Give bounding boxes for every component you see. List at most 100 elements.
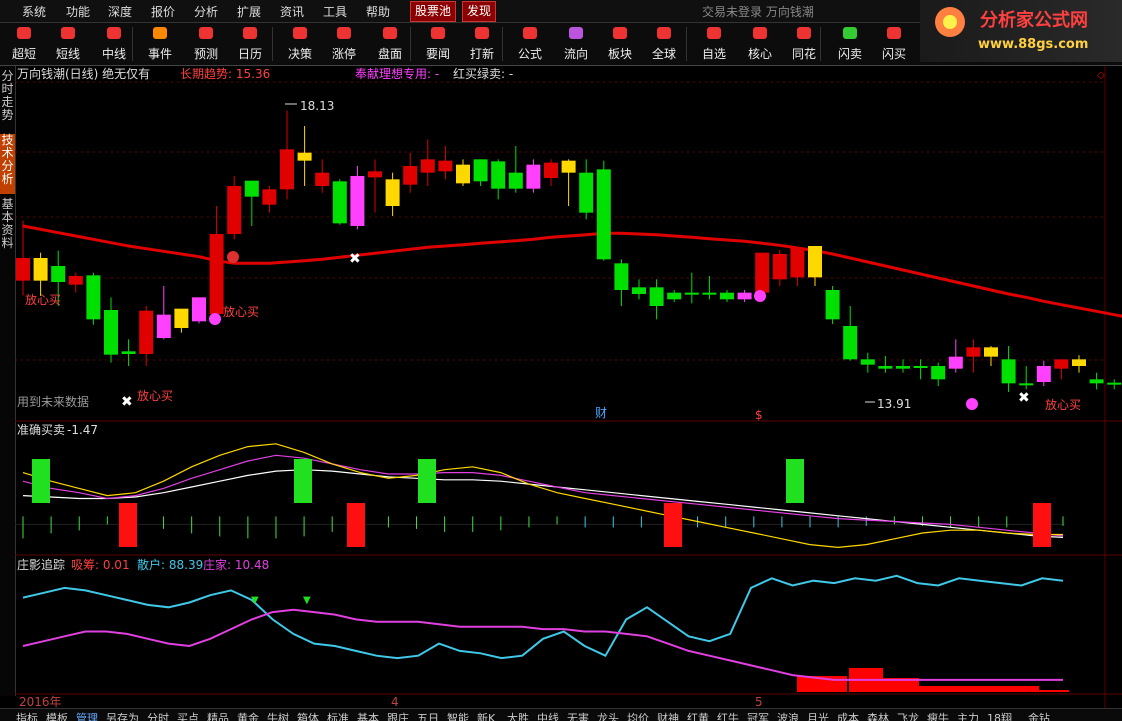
- buy-label-2: 放心买: [137, 388, 173, 403]
- candle-body-32: [561, 160, 576, 173]
- menu-7[interactable]: 资讯: [280, 3, 304, 20]
- arrow-down-icon-2: ▼: [303, 595, 311, 606]
- bottom-tab-26[interactable]: 波浪: [777, 710, 799, 721]
- toolbar-button-19[interactable]: 闪卖: [828, 24, 872, 64]
- toolbar-button-15[interactable]: 全球: [642, 24, 686, 64]
- bottom-tab-13[interactable]: 跟庄: [387, 710, 409, 721]
- bottom-tab-19[interactable]: 无害: [567, 710, 589, 721]
- toolbar-button-3[interactable]: 中线: [92, 24, 136, 64]
- side-tab-3[interactable]: 基本资料: [0, 198, 15, 258]
- marker-dollar: $: [755, 408, 763, 422]
- toolbar-button-12[interactable]: 公式: [508, 24, 552, 64]
- bottom-tab-8[interactable]: 黄金: [237, 710, 259, 721]
- bottom-tab-22[interactable]: 财神: [657, 710, 679, 721]
- toolbar-button-4[interactable]: 事件: [138, 24, 182, 64]
- toolbar-label-6: 日历: [237, 47, 262, 61]
- candle-body-51: [896, 366, 910, 369]
- bottom-tab-27[interactable]: 月光: [807, 710, 829, 721]
- kdj-title: 准确买卖: [17, 423, 65, 437]
- candle-body-39: [684, 292, 699, 295]
- menu-4[interactable]: 报价: [151, 3, 175, 20]
- bottom-tab-14[interactable]: 五日: [417, 710, 439, 721]
- banker-line: [22, 608, 1063, 681]
- toolbar-button-16[interactable]: 自选: [692, 24, 736, 64]
- bottom-tab-7[interactable]: 精品: [207, 710, 229, 721]
- toolbar-icon-1: [17, 27, 31, 39]
- menu-5[interactable]: 分析: [194, 3, 218, 20]
- buy-signal-block-3: [664, 503, 682, 547]
- bottom-tab-2[interactable]: 模板: [46, 710, 68, 721]
- bottom-tab-11[interactable]: 标准: [327, 710, 349, 721]
- menu-highlight-2[interactable]: 发现: [462, 1, 497, 22]
- toolbar-button-20[interactable]: 闪买: [872, 24, 916, 64]
- high-price-label: 18.13: [300, 99, 334, 113]
- bottom-tab-34[interactable]: 金钻: [1028, 710, 1050, 721]
- bottom-tab-20[interactable]: 龙头: [597, 710, 619, 721]
- toolbar-button-2[interactable]: 短线: [46, 24, 90, 64]
- bottom-tab-32[interactable]: 主力: [957, 710, 979, 721]
- toolbar-icon-14: [613, 27, 627, 39]
- bottom-tab-17[interactable]: 大胜: [507, 710, 529, 721]
- menu-6[interactable]: 扩展: [237, 3, 261, 20]
- bottom-tab-12[interactable]: 基本: [357, 710, 379, 721]
- bottom-tab-24[interactable]: 红牛: [717, 710, 739, 721]
- kdj-indicator: -1.47: [67, 423, 98, 437]
- sell-signal-block-2: [294, 459, 312, 503]
- toolbar-button-17[interactable]: 核心: [738, 24, 782, 64]
- toolbar-label-9: 盘面: [377, 47, 402, 61]
- bottom-tab-4[interactable]: 另存为: [106, 710, 139, 721]
- candle-body-43: [755, 252, 770, 293]
- bottom-tab-6[interactable]: 买点: [177, 710, 199, 721]
- toolbar-button-13[interactable]: 流向: [554, 24, 598, 64]
- buy-label-1: 放心买: [25, 292, 61, 307]
- candle-body-42: [737, 292, 752, 300]
- toolbar-label-3: 中线: [101, 47, 126, 61]
- candle-body-11: [192, 297, 206, 322]
- toolbar-button-5[interactable]: 预测: [184, 24, 228, 64]
- menu-highlight-1[interactable]: 股票池: [410, 1, 457, 22]
- bottom-tab-5[interactable]: 分时: [147, 710, 169, 721]
- toolbar-button-6[interactable]: 日历: [228, 24, 272, 64]
- flower-marker-2: [754, 290, 766, 302]
- side-tab-2[interactable]: 技术分析: [0, 134, 15, 194]
- toolbar-icon-6: [243, 27, 257, 39]
- toolbar-icon-18: [797, 27, 811, 39]
- toolbar-button-11[interactable]: 打新: [460, 24, 504, 64]
- menu-3[interactable]: 深度: [108, 3, 132, 20]
- toolbar-button-7[interactable]: 决策: [278, 24, 322, 64]
- toolbar-button-9[interactable]: 盘面: [368, 24, 412, 64]
- toolbar-button-10[interactable]: 要闻: [416, 24, 460, 64]
- menu-8[interactable]: 工具: [323, 3, 347, 20]
- bottom-tab-21[interactable]: 均价: [627, 710, 649, 721]
- bottom-tab-30[interactable]: 飞龙: [897, 710, 919, 721]
- bottom-tab-1[interactable]: 指标: [16, 710, 38, 721]
- toolbar-label-16: 自选: [701, 47, 726, 61]
- toolbar-icon-16: [707, 27, 721, 39]
- bottom-tab-31[interactable]: 瘦牛: [927, 710, 949, 721]
- toolbar-icon-8: [337, 27, 351, 39]
- signal-label: 红买绿卖: -: [453, 66, 513, 81]
- candle-body-12: [209, 234, 224, 314]
- bottom-tab-33[interactable]: 18翔: [987, 710, 1012, 721]
- toolbar-button-14[interactable]: 板块: [598, 24, 642, 64]
- menu-2[interactable]: 功能: [66, 3, 90, 20]
- bottom-tab-15[interactable]: 智能: [447, 710, 469, 721]
- cross-marker-3: ✖: [1018, 390, 1030, 406]
- toolbar-button-1[interactable]: 超短: [2, 24, 46, 64]
- toolbar-label-4: 事件: [147, 47, 172, 61]
- bottom-tab-25[interactable]: 冠军: [747, 710, 769, 721]
- bottom-tab-16[interactable]: 新K: [477, 710, 495, 721]
- menu-1[interactable]: 系统: [22, 3, 46, 20]
- bottom-tab-10[interactable]: 箱体: [297, 710, 319, 721]
- bottom-tab-3[interactable]: 管理: [76, 710, 98, 721]
- bottom-tab-28[interactable]: 成本: [837, 710, 859, 721]
- menu-9[interactable]: 帮助: [366, 3, 390, 20]
- bottom-tab-9[interactable]: 牛树: [267, 710, 289, 721]
- bottom-tab-29[interactable]: 森林: [867, 710, 889, 721]
- toolbar-button-8[interactable]: 涨停: [322, 24, 366, 64]
- side-tab-1[interactable]: 分时走势: [0, 70, 15, 130]
- candle-body-57: [1001, 359, 1016, 384]
- bottom-tab-18[interactable]: 中线: [537, 710, 559, 721]
- toolbar-separator-4: [502, 27, 503, 61]
- bottom-tab-23[interactable]: 红黄: [687, 710, 709, 721]
